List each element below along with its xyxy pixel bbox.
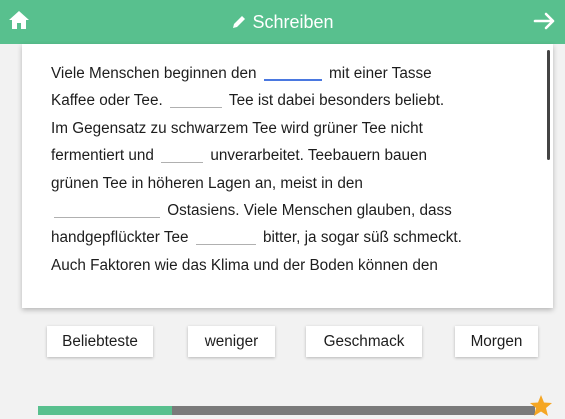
page-title: Schreiben	[0, 0, 565, 44]
text-segment: grünen Tee in höheren Lagen an, meist in…	[51, 174, 363, 192]
answer-gap[interactable]	[195, 226, 256, 246]
answer-gap[interactable]	[54, 199, 160, 219]
text-line: grünen Tee in höheren Lagen an, meist in…	[51, 170, 541, 197]
text-line: Kaffee oder Tee. Tee ist dabei besonders…	[51, 87, 541, 114]
arrow-right-icon[interactable]	[533, 10, 557, 32]
exercise-card: Viele Menschen beginnen den mit einer Ta…	[22, 44, 553, 308]
top-bar: Schreiben	[0, 0, 565, 44]
scrollbar[interactable]	[547, 50, 550, 160]
text-segment: Viele Menschen beginnen den	[51, 65, 261, 82]
text-segment: fermentiert und	[51, 147, 159, 165]
answer-gap[interactable]	[161, 144, 204, 164]
answer-gap[interactable]	[169, 89, 222, 109]
text-line: fermentiert und unverarbeitet. Teebauern…	[51, 142, 541, 169]
text-segment: Im Gegensatz zu schwarzem Tee wird grüne…	[51, 119, 423, 137]
text-segment: handgepflückter Tee	[51, 229, 193, 247]
page-title-text: Schreiben	[252, 11, 334, 32]
word-option-button[interactable]: Geschmack	[306, 326, 422, 357]
text-segment: Tee ist dabei besonders beliebt.	[224, 92, 445, 110]
word-option-button[interactable]: Beliebteste	[47, 326, 153, 357]
text-segment: mit einer Tasse	[324, 65, 432, 82]
text-segment: Kaffee oder Tee.	[51, 92, 167, 110]
word-options: Beliebteste weniger Geschmack Morgen	[0, 326, 565, 359]
progress-bar	[38, 406, 535, 415]
text-line: Auch Faktoren wie das Klima und der Bode…	[51, 252, 541, 279]
pencil-icon	[233, 16, 246, 28]
star-icon	[530, 395, 552, 416]
text-segment: Ostasiens. Viele Menschen glauben, dass	[163, 202, 452, 220]
text-line: handgepflückter Tee bitter, ja sogar süß…	[51, 224, 541, 251]
text-segment: bitter, ja sogar süß schmeckt.	[258, 229, 462, 247]
text-line: Im Gegensatz zu schwarzem Tee wird grüne…	[51, 115, 541, 142]
answer-gap[interactable]	[263, 61, 322, 81]
text-segment: Auch Faktoren wie das Klima und der Bode…	[51, 256, 438, 274]
cloze-text: Viele Menschen beginnen den mit einer Ta…	[51, 60, 541, 279]
progress-fill	[38, 406, 173, 415]
word-option-button[interactable]: weniger	[188, 326, 275, 357]
text-segment: unverarbeitet. Teebauern bauen	[206, 147, 427, 165]
text-line: Viele Menschen beginnen den mit einer Ta…	[51, 60, 541, 87]
text-line: Ostasiens. Viele Menschen glauben, dass	[51, 197, 541, 224]
word-option-button[interactable]: Morgen	[455, 326, 538, 357]
